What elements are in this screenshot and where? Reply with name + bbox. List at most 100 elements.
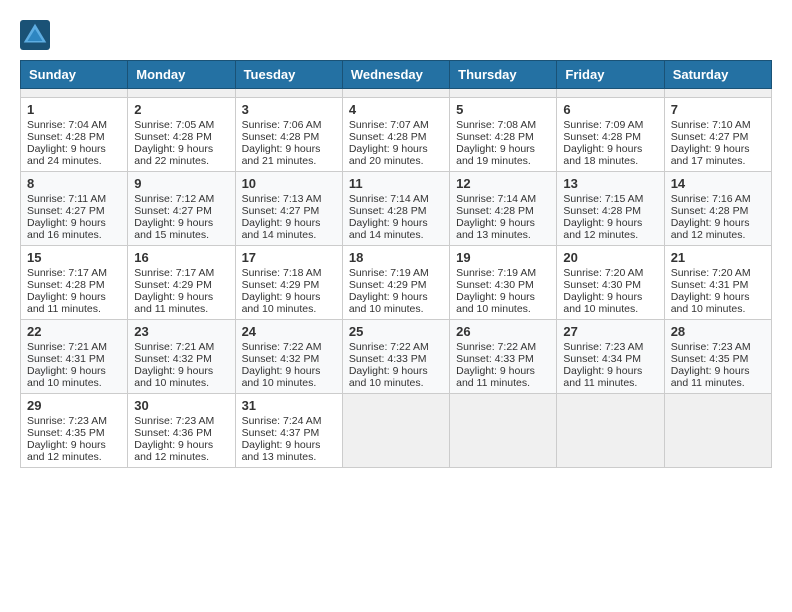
daylight-label: Daylight: 9 hours and 11 minutes. xyxy=(27,291,106,315)
day-number: 7 xyxy=(671,102,765,117)
sunrise-label: Sunrise: 7:08 AM xyxy=(456,119,536,131)
daylight-label: Daylight: 9 hours and 21 minutes. xyxy=(242,143,321,167)
sunset-label: Sunset: 4:31 PM xyxy=(27,353,105,365)
sunset-label: Sunset: 4:32 PM xyxy=(134,353,212,365)
calendar-cell: 15 Sunrise: 7:17 AM Sunset: 4:28 PM Dayl… xyxy=(21,246,128,320)
col-saturday: Saturday xyxy=(664,61,771,89)
day-number: 22 xyxy=(27,324,121,339)
sunrise-label: Sunrise: 7:19 AM xyxy=(349,267,429,279)
sunset-label: Sunset: 4:34 PM xyxy=(563,353,641,365)
calendar-cell: 24 Sunrise: 7:22 AM Sunset: 4:32 PM Dayl… xyxy=(235,320,342,394)
day-number: 12 xyxy=(456,176,550,191)
calendar-cell: 19 Sunrise: 7:19 AM Sunset: 4:30 PM Dayl… xyxy=(450,246,557,320)
daylight-label: Daylight: 9 hours and 13 minutes. xyxy=(456,217,535,241)
daylight-label: Daylight: 9 hours and 12 minutes. xyxy=(563,217,642,241)
sunset-label: Sunset: 4:28 PM xyxy=(563,131,641,143)
day-number: 30 xyxy=(134,398,228,413)
calendar-cell: 13 Sunrise: 7:15 AM Sunset: 4:28 PM Dayl… xyxy=(557,172,664,246)
sunset-label: Sunset: 4:27 PM xyxy=(27,205,105,217)
sunset-label: Sunset: 4:27 PM xyxy=(671,131,749,143)
calendar-cell: 21 Sunrise: 7:20 AM Sunset: 4:31 PM Dayl… xyxy=(664,246,771,320)
day-number: 18 xyxy=(349,250,443,265)
daylight-label: Daylight: 9 hours and 10 minutes. xyxy=(349,291,428,315)
sunrise-label: Sunrise: 7:23 AM xyxy=(563,341,643,353)
day-number: 25 xyxy=(349,324,443,339)
logo-icon xyxy=(20,20,50,50)
sunset-label: Sunset: 4:27 PM xyxy=(134,205,212,217)
sunrise-label: Sunrise: 7:23 AM xyxy=(27,415,107,427)
calendar-cell: 14 Sunrise: 7:16 AM Sunset: 4:28 PM Dayl… xyxy=(664,172,771,246)
day-number: 27 xyxy=(563,324,657,339)
daylight-label: Daylight: 9 hours and 13 minutes. xyxy=(242,439,321,463)
sunrise-label: Sunrise: 7:23 AM xyxy=(671,341,751,353)
day-number: 11 xyxy=(349,176,443,191)
calendar-cell: 11 Sunrise: 7:14 AM Sunset: 4:28 PM Dayl… xyxy=(342,172,449,246)
calendar-cell xyxy=(450,89,557,98)
day-number: 20 xyxy=(563,250,657,265)
daylight-label: Daylight: 9 hours and 10 minutes. xyxy=(27,365,106,389)
day-number: 17 xyxy=(242,250,336,265)
daylight-label: Daylight: 9 hours and 17 minutes. xyxy=(671,143,750,167)
sunset-label: Sunset: 4:30 PM xyxy=(456,279,534,291)
sunrise-label: Sunrise: 7:17 AM xyxy=(134,267,214,279)
calendar-cell: 7 Sunrise: 7:10 AM Sunset: 4:27 PM Dayli… xyxy=(664,98,771,172)
calendar-cell: 17 Sunrise: 7:18 AM Sunset: 4:29 PM Dayl… xyxy=(235,246,342,320)
calendar-week-row: 1 Sunrise: 7:04 AM Sunset: 4:28 PM Dayli… xyxy=(21,98,772,172)
day-number: 15 xyxy=(27,250,121,265)
calendar-cell: 5 Sunrise: 7:08 AM Sunset: 4:28 PM Dayli… xyxy=(450,98,557,172)
calendar-cell xyxy=(235,89,342,98)
day-number: 29 xyxy=(27,398,121,413)
calendar-table: Sunday Monday Tuesday Wednesday Thursday… xyxy=(20,60,772,468)
day-number: 28 xyxy=(671,324,765,339)
calendar-cell xyxy=(557,89,664,98)
calendar-cell: 31 Sunrise: 7:24 AM Sunset: 4:37 PM Dayl… xyxy=(235,394,342,468)
calendar-cell xyxy=(342,89,449,98)
sunrise-label: Sunrise: 7:16 AM xyxy=(671,193,751,205)
sunset-label: Sunset: 4:27 PM xyxy=(242,205,320,217)
calendar-cell xyxy=(664,89,771,98)
sunrise-label: Sunrise: 7:15 AM xyxy=(563,193,643,205)
calendar-cell: 25 Sunrise: 7:22 AM Sunset: 4:33 PM Dayl… xyxy=(342,320,449,394)
day-number: 9 xyxy=(134,176,228,191)
daylight-label: Daylight: 9 hours and 12 minutes. xyxy=(134,439,213,463)
day-number: 23 xyxy=(134,324,228,339)
sunrise-label: Sunrise: 7:20 AM xyxy=(563,267,643,279)
sunrise-label: Sunrise: 7:09 AM xyxy=(563,119,643,131)
sunrise-label: Sunrise: 7:05 AM xyxy=(134,119,214,131)
sunrise-label: Sunrise: 7:21 AM xyxy=(27,341,107,353)
calendar-week-row: 22 Sunrise: 7:21 AM Sunset: 4:31 PM Dayl… xyxy=(21,320,772,394)
daylight-label: Daylight: 9 hours and 18 minutes. xyxy=(563,143,642,167)
day-number: 26 xyxy=(456,324,550,339)
daylight-label: Daylight: 9 hours and 11 minutes. xyxy=(563,365,642,389)
sunrise-label: Sunrise: 7:13 AM xyxy=(242,193,322,205)
daylight-label: Daylight: 9 hours and 10 minutes. xyxy=(134,365,213,389)
col-sunday: Sunday xyxy=(21,61,128,89)
calendar-week-row: 29 Sunrise: 7:23 AM Sunset: 4:35 PM Dayl… xyxy=(21,394,772,468)
calendar-cell: 28 Sunrise: 7:23 AM Sunset: 4:35 PM Dayl… xyxy=(664,320,771,394)
sunset-label: Sunset: 4:33 PM xyxy=(349,353,427,365)
calendar-cell: 8 Sunrise: 7:11 AM Sunset: 4:27 PM Dayli… xyxy=(21,172,128,246)
sunset-label: Sunset: 4:28 PM xyxy=(456,131,534,143)
calendar-cell xyxy=(557,394,664,468)
calendar-cell: 9 Sunrise: 7:12 AM Sunset: 4:27 PM Dayli… xyxy=(128,172,235,246)
calendar-cell: 3 Sunrise: 7:06 AM Sunset: 4:28 PM Dayli… xyxy=(235,98,342,172)
sunrise-label: Sunrise: 7:06 AM xyxy=(242,119,322,131)
sunset-label: Sunset: 4:28 PM xyxy=(349,131,427,143)
sunrise-label: Sunrise: 7:07 AM xyxy=(349,119,429,131)
sunset-label: Sunset: 4:35 PM xyxy=(27,427,105,439)
day-number: 6 xyxy=(563,102,657,117)
col-tuesday: Tuesday xyxy=(235,61,342,89)
sunrise-label: Sunrise: 7:19 AM xyxy=(456,267,536,279)
day-number: 3 xyxy=(242,102,336,117)
calendar-cell: 1 Sunrise: 7:04 AM Sunset: 4:28 PM Dayli… xyxy=(21,98,128,172)
logo xyxy=(20,20,54,50)
sunrise-label: Sunrise: 7:22 AM xyxy=(456,341,536,353)
day-number: 8 xyxy=(27,176,121,191)
daylight-label: Daylight: 9 hours and 16 minutes. xyxy=(27,217,106,241)
sunset-label: Sunset: 4:28 PM xyxy=(456,205,534,217)
calendar-cell: 16 Sunrise: 7:17 AM Sunset: 4:29 PM Dayl… xyxy=(128,246,235,320)
day-number: 13 xyxy=(563,176,657,191)
sunset-label: Sunset: 4:37 PM xyxy=(242,427,320,439)
calendar-cell: 29 Sunrise: 7:23 AM Sunset: 4:35 PM Dayl… xyxy=(21,394,128,468)
calendar-cell: 20 Sunrise: 7:20 AM Sunset: 4:30 PM Dayl… xyxy=(557,246,664,320)
